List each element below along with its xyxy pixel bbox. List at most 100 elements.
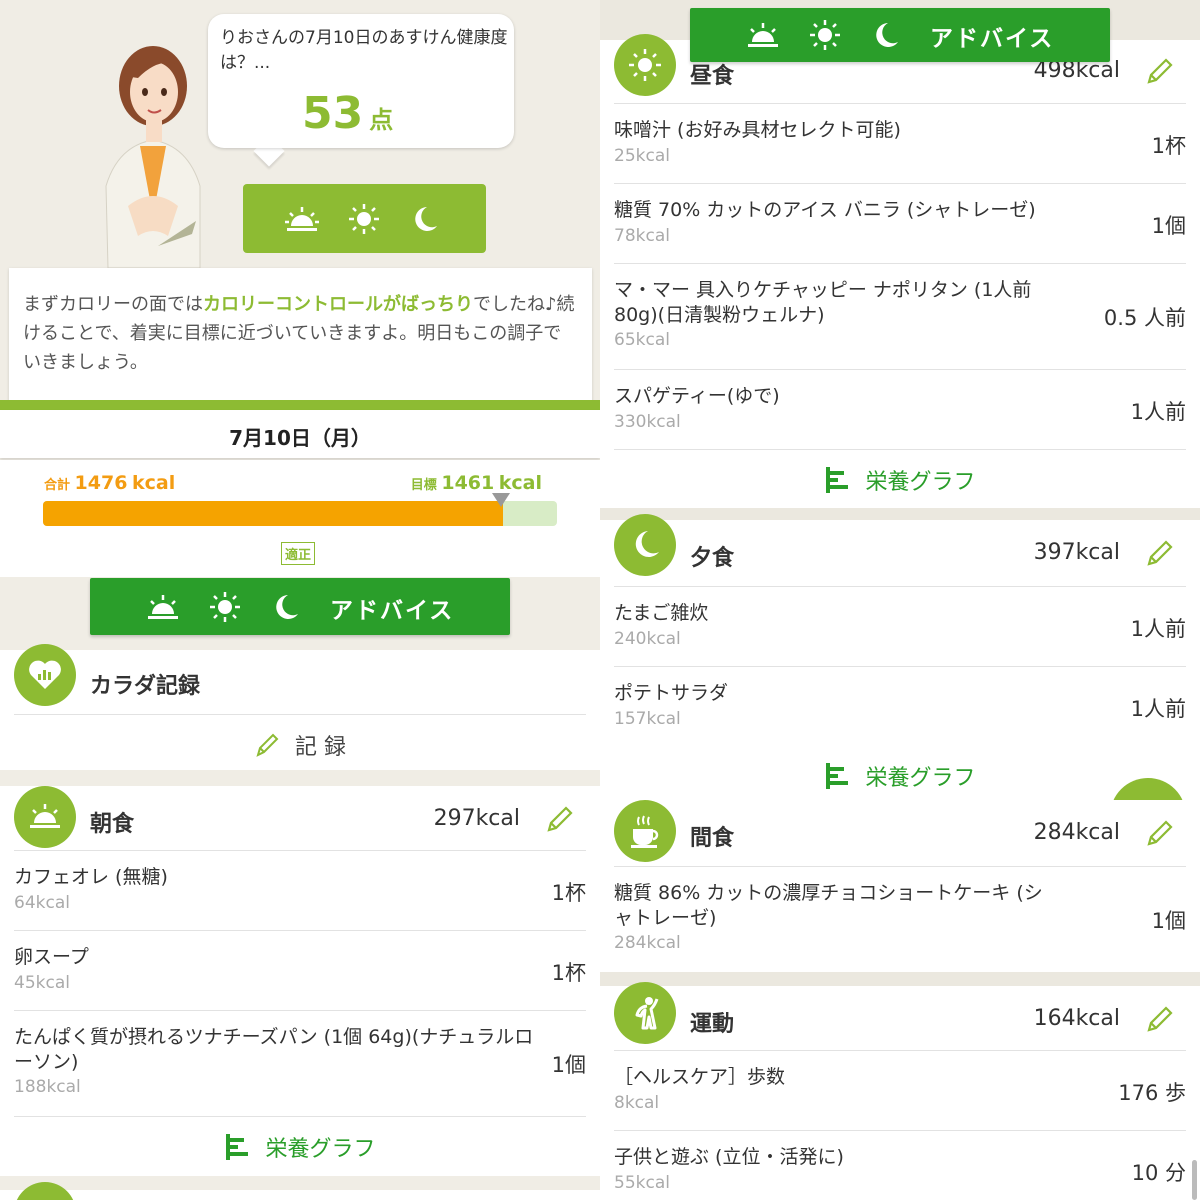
breakfast-section: 朝食 297kcal カフェオレ (無糖) 64kcal 1杯 卵スープ 45k…: [0, 786, 600, 1176]
food-qty: 0.5 人前: [1103, 306, 1186, 330]
sunrise-icon[interactable]: [285, 204, 319, 234]
calendar-strip: [0, 400, 600, 410]
exercise-kcal-burned: 8kcal: [614, 1093, 660, 1113]
goal-unit: kcal: [498, 472, 542, 494]
score-value: 53: [302, 88, 364, 139]
total-unit: kcal: [131, 472, 176, 494]
scrollbar[interactable]: [1192, 1160, 1197, 1200]
food-item[interactable]: カフェオレ (無糖) 64kcal 1杯: [14, 850, 586, 931]
food-kcal: 78kcal: [614, 226, 670, 246]
total-value: 1476: [74, 472, 128, 494]
edit-pencil-icon[interactable]: [1145, 1004, 1175, 1034]
sun-icon: [210, 592, 240, 622]
nutrition-graph-link[interactable]: 栄養グラフ: [614, 760, 1186, 792]
edit-pencil-icon[interactable]: [1145, 538, 1175, 568]
moon-icon: [876, 23, 898, 47]
snack-title: 間食: [690, 826, 735, 851]
food-item[interactable]: 卵スープ 45kcal 1杯: [14, 930, 586, 1011]
advisor-avatar: [105, 46, 201, 268]
exercise-kcal-burned: 55kcal: [614, 1173, 670, 1193]
calorie-total: 合計 1476 kcal: [44, 472, 175, 494]
date-bar[interactable]: 7月10日（月）: [0, 410, 600, 458]
food-item[interactable]: 糖質 86% カットの濃厚チョコショートケーキ (シャトレーゼ) 284kcal…: [614, 866, 1186, 973]
food-kcal: 330kcal: [614, 412, 681, 432]
exercise-amount: 10 分: [1131, 1161, 1186, 1185]
advice-button-label: アドバイス: [330, 598, 455, 624]
breakfast-title: 朝食: [90, 812, 135, 837]
food-kcal: 284kcal: [614, 933, 681, 953]
record-button-label: 記 録: [295, 735, 347, 760]
exercise-section: 運動 164kcal ［ヘルスケア］歩数 8kcal 176 歩 子供と遊ぶ (…: [600, 982, 1200, 1200]
bar-graph-icon: [826, 467, 849, 493]
status-badge: 適正: [281, 542, 316, 565]
exercise-name: 子供と遊ぶ (立位・活発に): [614, 1146, 844, 1168]
food-name: たんぱく質が摂れるツナチーズパン (1個 64g)(ナチュラルローソン): [14, 1026, 534, 1073]
food-qty: 1杯: [1151, 134, 1186, 158]
food-item[interactable]: 糖質 70% カットのアイス バニラ (シャトレーゼ) 78kcal 1個: [614, 183, 1186, 264]
current-date: 7月10日（月）: [229, 426, 371, 450]
dinner-kcal: 397kcal: [1033, 540, 1120, 565]
exercise-amount: 176 歩: [1118, 1081, 1186, 1105]
food-name: カフェオレ (無糖): [14, 866, 168, 888]
moon-icon[interactable]: [407, 204, 441, 234]
food-name: たまご雑炊: [614, 602, 709, 624]
edit-pencil-icon[interactable]: [545, 804, 575, 834]
meal-time-tabs[interactable]: [243, 184, 486, 253]
advice-card: まずカロリーの面ではカロリーコントロールがばっちりでしたね♪続けることで、着実に…: [9, 268, 592, 403]
nutrition-graph-label: 栄養グラフ: [865, 470, 976, 495]
sunrise-icon: [748, 23, 778, 47]
total-label: 合計: [44, 478, 71, 493]
goal-value: 1461: [441, 472, 495, 494]
edit-pencil-icon[interactable]: [1145, 56, 1175, 86]
food-item[interactable]: ポテトサラダ 157kcal 1人前: [614, 666, 1186, 747]
food-qty: 1人前: [1130, 617, 1186, 641]
food-qty: 1人前: [1130, 697, 1186, 721]
food-item[interactable]: たんぱく質が摂れるツナチーズパン (1個 64g)(ナチュラルローソン) 188…: [14, 1010, 586, 1117]
advice-button-label: アドバイス: [930, 26, 1055, 52]
food-kcal: 25kcal: [614, 146, 670, 166]
sun-icon[interactable]: [347, 204, 381, 234]
food-kcal: 188kcal: [14, 1077, 81, 1097]
advice-button[interactable]: アドバイス: [690, 8, 1110, 62]
record-button[interactable]: 記 録: [14, 729, 586, 761]
health-greeting: りおさんの7月10日のあすけん健康度は？...: [220, 28, 508, 73]
food-name: ポテトサラダ: [614, 682, 729, 704]
graph-row: 栄養グラフ: [614, 746, 1186, 800]
advice-button[interactable]: アドバイス: [90, 578, 510, 635]
section-icon: [14, 1182, 76, 1200]
sun-icon: [810, 20, 840, 50]
calorie-progress-fill: [43, 501, 503, 526]
food-kcal: 65kcal: [614, 330, 670, 350]
food-item[interactable]: 味噌汁 (お好み具材セレクト可能) 25kcal 1杯: [614, 103, 1186, 184]
breakfast-kcal: 297kcal: [433, 806, 520, 831]
exercise-item[interactable]: ［ヘルスケア］歩数 8kcal 176 歩: [614, 1050, 1186, 1131]
food-item[interactable]: マ・マー 具入りケチャッピー ナポリタン (1人前 80g)(日清製粉ウェルナ)…: [614, 263, 1186, 370]
right-panel: 昼食 498kcal 味噌汁 (お好み具材セレクト可能) 25kcal 1杯 糖…: [600, 0, 1200, 1200]
food-qty: 1人前: [1130, 400, 1186, 424]
lunch-section: 昼食 498kcal 味噌汁 (お好み具材セレクト可能) 25kcal 1杯 糖…: [600, 34, 1200, 508]
edit-pencil-icon[interactable]: [1145, 818, 1175, 848]
speech-bubble: りおさんの7月10日のあすけん健康度は？... 53 点: [208, 14, 514, 148]
health-score: 53 点: [302, 88, 393, 139]
advice-highlight: カロリーコントロールがばっちり: [203, 294, 473, 315]
food-kcal: 45kcal: [14, 973, 70, 993]
calorie-progress-bar: [43, 501, 557, 526]
food-item[interactable]: スパゲティー(ゆで) 330kcal 1人前: [614, 369, 1186, 450]
food-item[interactable]: たまご雑炊 240kcal 1人前: [614, 586, 1186, 667]
snack-kcal: 284kcal: [1033, 820, 1120, 845]
pencil-icon: [256, 733, 279, 757]
next-section-peek: [0, 1182, 600, 1200]
goal-label: 目標: [410, 478, 437, 493]
calorie-summary: 合計 1476 kcal 目標 1461 kcal 適正: [0, 460, 600, 577]
record-action-row: 記 録: [14, 714, 586, 771]
food-kcal: 157kcal: [614, 709, 681, 729]
goal-marker: [492, 493, 510, 507]
nutrition-graph-link[interactable]: 栄養グラフ: [614, 464, 1186, 496]
sun-icon: [614, 34, 676, 96]
exercise-item[interactable]: 子供と遊ぶ (立位・活発に) 55kcal 10 分: [614, 1130, 1186, 1200]
food-name: 糖質 70% カットのアイス バニラ (シャトレーゼ): [614, 199, 1036, 221]
nutrition-graph-link[interactable]: 栄養グラフ: [14, 1131, 586, 1163]
exercise-title: 運動: [690, 1012, 735, 1037]
sunrise-icon: [14, 786, 76, 848]
food-name: 卵スープ: [14, 946, 89, 968]
